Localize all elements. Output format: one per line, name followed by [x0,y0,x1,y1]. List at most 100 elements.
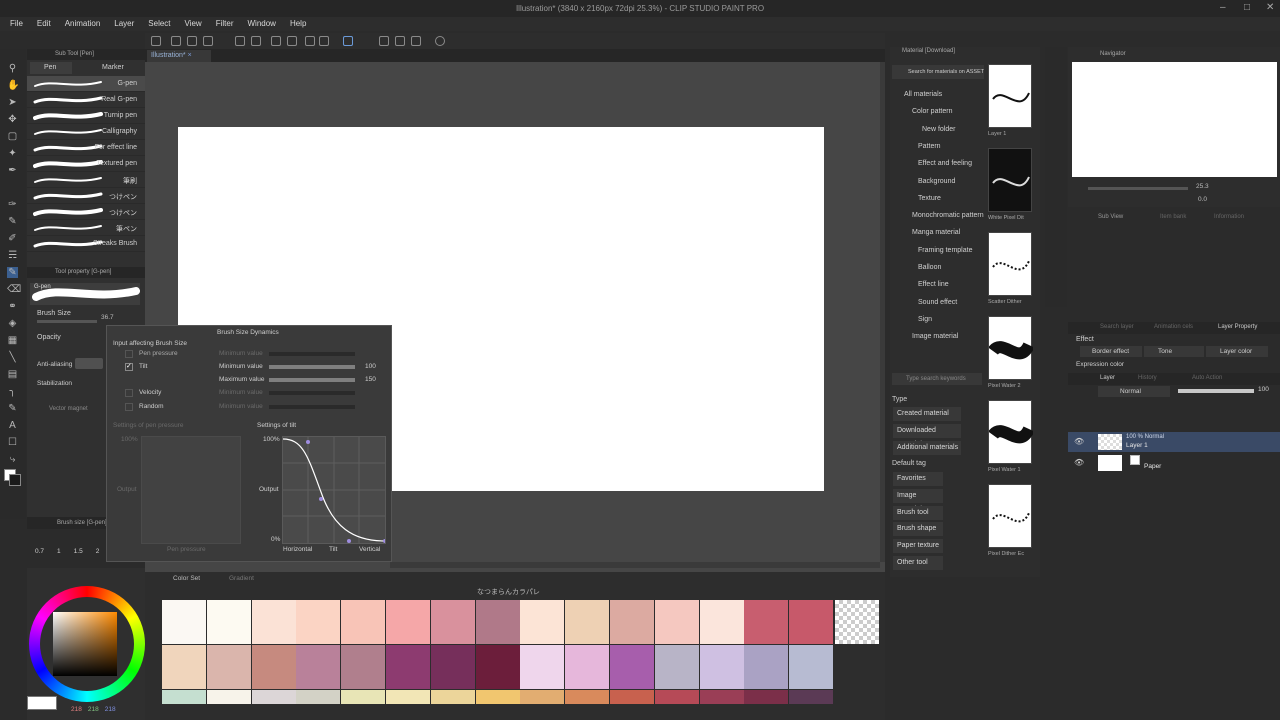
correct-line-icon[interactable]: ⤷ [7,454,18,465]
brush-item[interactable]: Real G-pen [27,92,145,108]
new-icon[interactable] [151,36,161,46]
selection-icon[interactable]: ▢ [7,131,18,142]
menu-layer[interactable]: Layer [114,17,134,31]
gradient-icon[interactable]: ▦ [7,335,18,346]
material-tree-item[interactable]: Monochromatic pattern [912,212,984,219]
color-swatch[interactable] [430,645,475,689]
zoom-slider[interactable] [1088,187,1188,190]
tilt-max-slider[interactable] [269,378,355,382]
pen-pressure-checkbox[interactable] [125,350,133,358]
color-swatch[interactable] [341,645,386,689]
color-swatch[interactable] [341,690,386,704]
color-swatch[interactable] [789,690,834,704]
random-checkbox[interactable] [125,403,133,411]
figure-icon[interactable]: ╲ [7,352,18,363]
tab-color-set[interactable]: Color Set [173,575,200,582]
color-swatch[interactable] [699,645,744,689]
angle-value[interactable]: 0.0 [1198,196,1207,203]
color-swatch[interactable] [341,600,386,644]
menu-select[interactable]: Select [148,17,170,31]
color-swatch[interactable] [386,645,430,689]
size-preset[interactable]: 2 [96,548,100,555]
current-color-swatch[interactable] [27,696,57,710]
blend-icon[interactable]: ⚭ [7,301,18,312]
material-thumbnail[interactable] [988,484,1032,548]
border-effect-button[interactable]: Border effect [1080,346,1142,357]
color-swatch[interactable] [789,645,834,689]
maximize-icon[interactable]: □ [1244,2,1250,13]
tab-history[interactable]: History [1138,375,1157,381]
blend-mode-select[interactable]: Normal [1098,386,1170,397]
material-tree-item[interactable]: Sound effect [918,299,957,306]
fill-icon[interactable] [287,36,297,46]
color-swatch[interactable] [430,690,475,704]
max-value-number[interactable]: 150 [365,376,376,383]
brush-item[interactable]: For effect line [27,140,145,156]
snap-grid-icon[interactable] [395,36,405,46]
brush-item[interactable]: 筆ペン [27,220,145,236]
type-filter-button[interactable]: Created material [893,407,961,421]
ruler-icon[interactable]: ╮ [7,386,18,397]
tab-auto-action[interactable]: Auto Action [1192,375,1222,381]
antialias-toggle[interactable] [75,358,103,369]
brush-icon[interactable]: ✐ [7,233,18,244]
close-icon[interactable]: ✕ [1266,2,1274,13]
color-swatch[interactable] [386,600,430,644]
material-thumbnail[interactable] [988,316,1035,380]
layer-opacity-slider[interactable] [1178,389,1254,393]
material-tree-item[interactable]: Manga material [912,229,960,236]
size-preset[interactable]: 1.5 [74,548,83,555]
text-icon[interactable]: A [7,420,18,431]
pencil-icon[interactable]: ✎ [7,216,18,227]
hand-icon[interactable]: ✋ [7,80,19,91]
menu-help[interactable]: Help [290,17,306,31]
minimize-icon[interactable]: – [1220,2,1226,13]
saturation-value-square[interactable] [53,612,117,676]
color-swatch[interactable] [744,690,789,704]
brush-size-slider[interactable] [37,320,97,323]
material-tree-item[interactable]: Image material [912,333,958,340]
tab-information[interactable]: Information [1214,214,1244,220]
menu-filter[interactable]: Filter [216,17,234,31]
menu-view[interactable]: View [185,17,202,31]
color-swatch[interactable] [475,645,520,689]
clear-icon[interactable] [271,36,281,46]
material-tree-item[interactable]: Pattern [918,143,941,150]
material-tree-item[interactable]: Texture [918,195,941,202]
type-filter-button[interactable]: Additional materials [893,441,961,455]
size-preset[interactable]: 0.7 [35,548,44,555]
color-swatch[interactable] [654,645,699,689]
operation-icon[interactable]: ➤ [7,97,18,108]
tag-filter-button[interactable]: Brush shape [893,522,943,537]
vertical-scrollbar[interactable] [880,62,885,562]
brush-item[interactable]: G-pen [27,76,145,92]
color-swatch[interactable] [699,690,744,704]
frame-icon[interactable]: ▤ [7,369,18,380]
layer-opacity-value[interactable]: 100 [1258,386,1269,393]
color-swatch[interactable] [565,600,610,644]
color-swatch[interactable] [206,645,251,689]
visibility-eye-icon[interactable]: 👁 [1074,458,1084,467]
color-swatch[interactable] [654,600,699,644]
transform-icon[interactable] [305,36,315,46]
snap-perspective-icon[interactable] [411,36,421,46]
min-value-number[interactable]: 100 [365,363,376,370]
tilt-checkbox[interactable]: ✓ [125,363,133,371]
ruler-edit-icon[interactable]: ✎ [7,403,18,414]
color-swatch[interactable] [520,600,565,644]
tilt-min-slider[interactable] [269,365,355,369]
color-swatch[interactable] [475,600,520,644]
brush-item[interactable]: Textured pen [27,156,145,172]
brush-item[interactable]: Calligraphy [27,124,145,140]
menu-window[interactable]: Window [248,17,276,31]
tab-animation-cels[interactable]: Animation cels [1154,324,1193,330]
red-value[interactable]: 218 [71,706,82,713]
color-swatch[interactable] [789,600,834,644]
velocity-checkbox[interactable] [125,389,133,397]
undo-icon[interactable] [235,36,245,46]
tag-filter-button[interactable]: Brush tool [893,505,943,520]
export-icon[interactable] [203,36,213,46]
material-tree-item[interactable]: Color pattern [912,108,952,115]
decoration-icon[interactable]: ✎ [7,267,18,278]
size-preset[interactable]: 1 [57,548,61,555]
